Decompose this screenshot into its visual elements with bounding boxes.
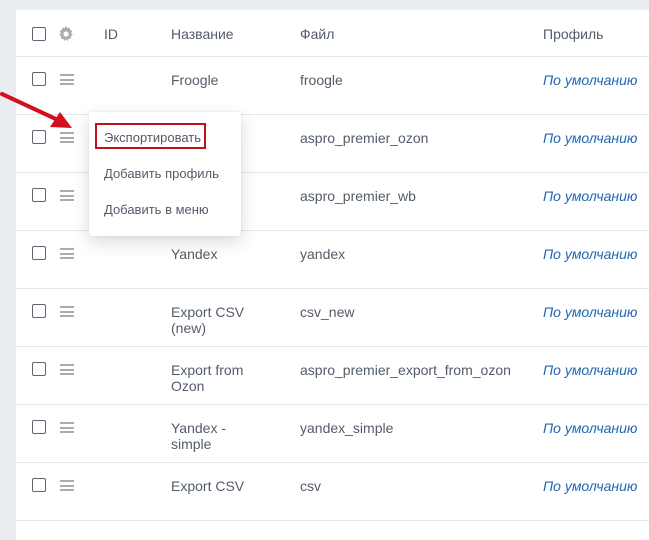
row-profile-link[interactable]: По умолчанию xyxy=(543,478,638,494)
row-file: yandex xyxy=(300,246,346,262)
table-row[interactable]: Export CSV (new) csv_new По умолчанию xyxy=(16,289,649,347)
table-row[interactable]: Froogle froogle По умолчанию xyxy=(16,57,649,115)
row-profile-link[interactable]: По умолчанию xyxy=(543,304,638,320)
pointer-arrow-icon xyxy=(0,92,72,128)
row-profile-link[interactable]: По умолчанию xyxy=(543,246,638,262)
table-row[interactable]: Yandex - simple yandex_simple По умолчан… xyxy=(16,405,649,463)
table-row[interactable]: Yandex yandex По умолчанию xyxy=(16,231,649,289)
row-file: csv_new xyxy=(300,304,355,320)
table-row[interactable]: Export CSV csv По умолчанию xyxy=(16,463,649,521)
column-header-id[interactable]: ID xyxy=(104,26,118,42)
row-file: yandex_simple xyxy=(300,420,394,436)
row-checkbox[interactable] xyxy=(32,420,46,434)
column-header-profile[interactable]: Профиль xyxy=(543,26,603,42)
row-checkbox[interactable] xyxy=(32,72,46,86)
row-profile-link[interactable]: По умолчанию xyxy=(543,188,638,204)
row-name: Yandex xyxy=(171,246,218,262)
drag-handle-icon[interactable] xyxy=(60,422,74,433)
row-checkbox[interactable] xyxy=(32,246,46,260)
table-header: ID Название Файл Профиль xyxy=(16,10,649,57)
drag-handle-icon[interactable] xyxy=(60,74,74,85)
row-checkbox[interactable] xyxy=(32,362,46,376)
table-row[interactable]: Export from Ozon aspro_premier_export_fr… xyxy=(16,347,649,405)
row-name: Export CSV (new) xyxy=(171,304,245,336)
row-checkbox[interactable] xyxy=(32,304,46,318)
drag-handle-icon[interactable] xyxy=(60,480,74,491)
gear-icon[interactable] xyxy=(58,26,74,42)
row-checkbox[interactable] xyxy=(32,188,46,202)
row-file: aspro_premier_wb xyxy=(300,188,416,204)
row-name: Froogle xyxy=(171,72,219,88)
select-all-checkbox[interactable] xyxy=(32,27,46,41)
row-name: Export CSV xyxy=(171,478,245,494)
row-profile-link[interactable]: По умолчанию xyxy=(543,362,638,378)
drag-handle-icon[interactable] xyxy=(60,306,74,317)
row-file: froogle xyxy=(300,72,343,88)
row-checkbox[interactable] xyxy=(32,478,46,492)
menu-item-add-profile[interactable]: Добавить профиль xyxy=(104,166,219,181)
row-profile-link[interactable]: По умолчанию xyxy=(543,420,638,436)
column-header-file[interactable]: Файл xyxy=(300,26,334,42)
column-header-name[interactable]: Название xyxy=(171,26,234,42)
row-file: aspro_premier_ozon xyxy=(300,130,429,146)
highlight-box xyxy=(95,123,206,149)
drag-handle-icon[interactable] xyxy=(60,248,74,259)
table-panel: ID Название Файл Профиль Froogle froogle… xyxy=(16,10,649,540)
drag-handle-icon[interactable] xyxy=(60,364,74,375)
drag-handle-icon[interactable] xyxy=(60,190,74,201)
row-file: csv xyxy=(300,478,321,494)
row-name: Export from Ozon xyxy=(171,362,244,394)
row-profile-link[interactable]: По умолчанию xyxy=(543,72,638,88)
menu-item-add-to-menu[interactable]: Добавить в меню xyxy=(104,202,209,217)
row-name: Yandex - simple xyxy=(171,420,226,452)
row-file: aspro_premier_export_from_ozon xyxy=(300,362,511,378)
row-profile-link[interactable]: По умолчанию xyxy=(543,130,638,146)
